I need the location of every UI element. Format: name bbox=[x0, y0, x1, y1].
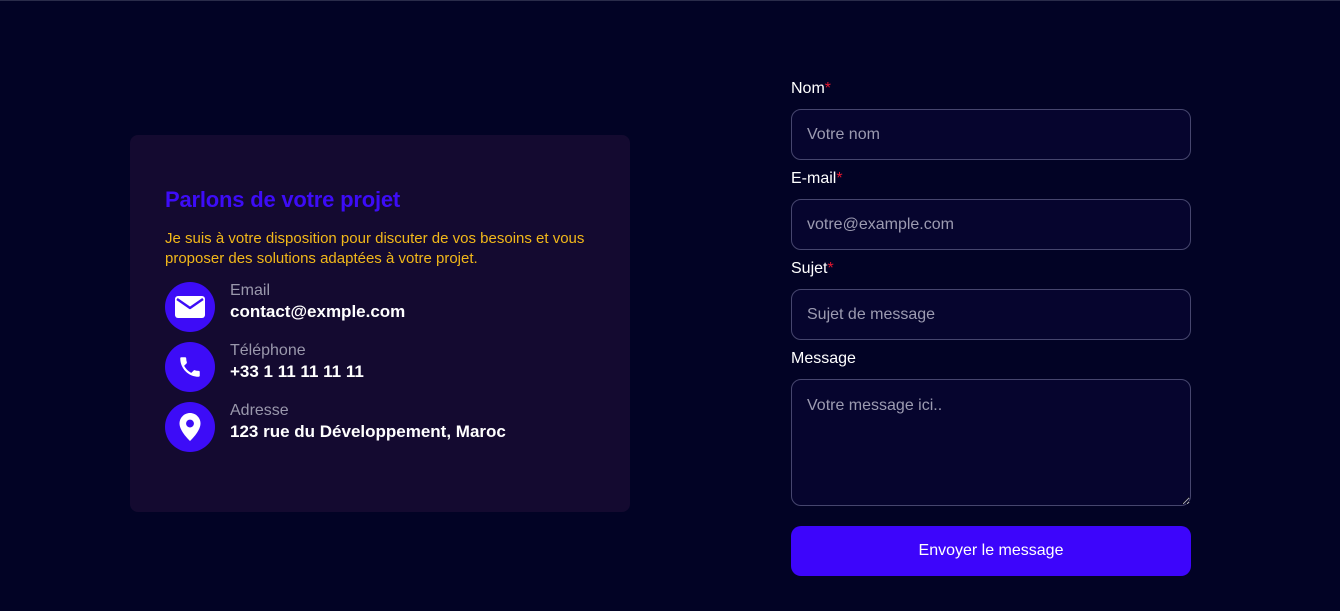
name-label-text: Nom bbox=[791, 80, 825, 97]
email-label-text: E-mail bbox=[791, 170, 837, 187]
email-input[interactable] bbox=[791, 199, 1191, 250]
phone-icon bbox=[165, 342, 215, 392]
send-message-button[interactable]: Envoyer le message bbox=[791, 526, 1191, 576]
top-divider bbox=[0, 0, 1340, 1]
contact-form: Nom* E-mail* Sujet* Message Envoyer le m… bbox=[791, 78, 1191, 578]
info-title: Parlons de votre projet bbox=[165, 187, 401, 212]
message-label-text: Message bbox=[791, 350, 856, 367]
subject-label: Sujet* bbox=[791, 258, 834, 280]
contact-item-address: Adresse 123 rue du Développement, Maroc bbox=[165, 402, 605, 452]
email-label: E-mail* bbox=[791, 168, 843, 190]
info-description: Je suis à votre disposition pour discute… bbox=[165, 230, 585, 267]
contact-value: contact@exmple.com bbox=[230, 302, 406, 321]
name-input[interactable] bbox=[791, 109, 1191, 160]
map-pin-icon bbox=[165, 402, 215, 452]
required-mark: * bbox=[836, 170, 843, 187]
required-mark: * bbox=[824, 80, 832, 97]
message-label: Message bbox=[791, 348, 856, 370]
contact-label: Adresse bbox=[230, 402, 289, 419]
contact-label: Téléphone bbox=[230, 342, 306, 359]
message-textarea[interactable] bbox=[791, 379, 1191, 506]
contact-item-email: Email contact@exmple.com bbox=[165, 282, 605, 332]
required-mark: * bbox=[827, 260, 834, 277]
contact-value: 123 rue du Développement, Maroc bbox=[230, 422, 506, 441]
contact-info-card: Parlons de votre projet Je suis à votre … bbox=[130, 135, 630, 512]
contact-value: +33 1 11 11 11 11 bbox=[230, 362, 364, 381]
subject-label-text: Sujet bbox=[791, 260, 828, 277]
name-label: Nom* bbox=[791, 78, 831, 100]
contact-label: Email bbox=[230, 282, 271, 299]
contact-item-phone: Téléphone +33 1 11 11 11 11 bbox=[165, 342, 605, 392]
subject-input[interactable] bbox=[791, 289, 1191, 340]
envelope-icon bbox=[165, 282, 215, 332]
